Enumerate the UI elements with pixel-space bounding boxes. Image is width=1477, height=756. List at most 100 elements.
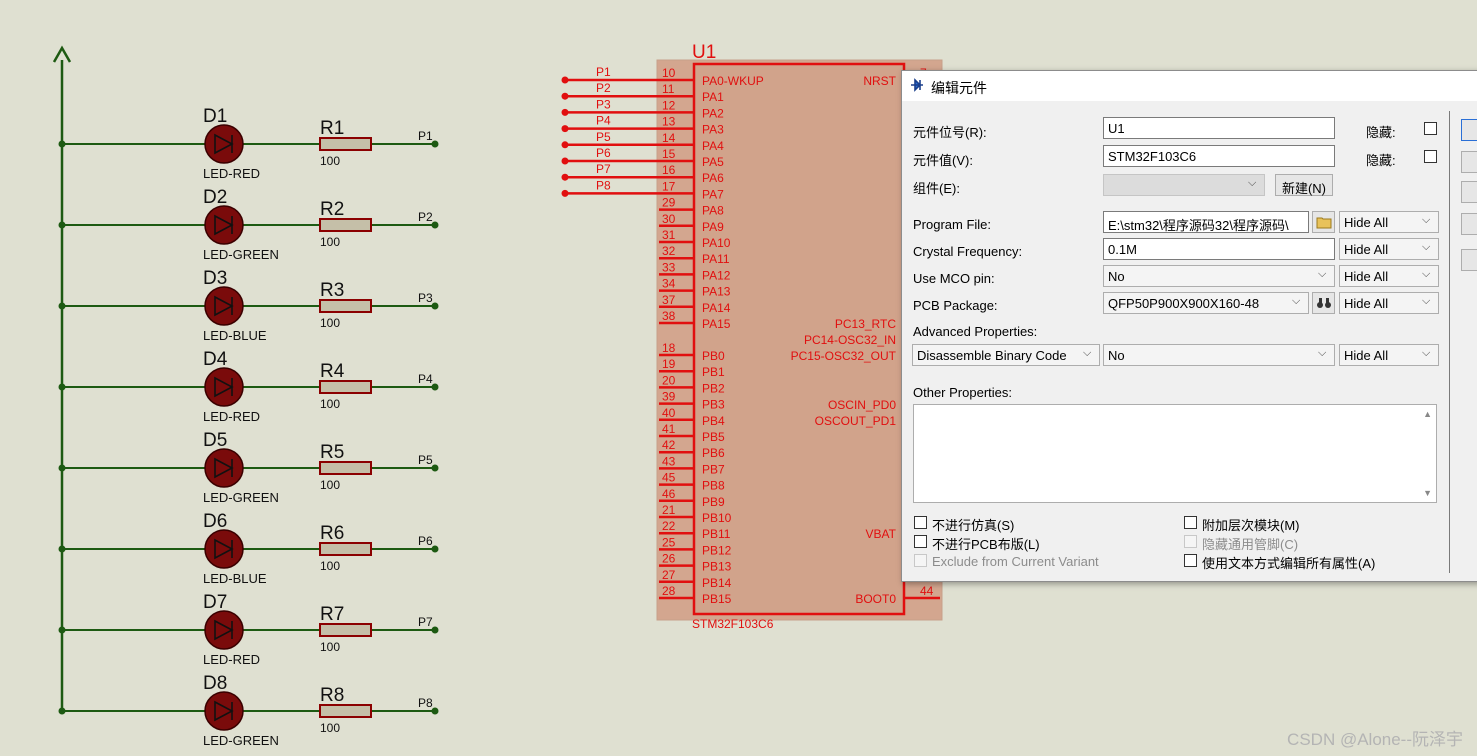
pin-name: PC13_RTC <box>835 317 896 331</box>
resistor-body <box>319 542 372 556</box>
dialog-title-bar[interactable]: 编辑元件 <box>902 71 1477 101</box>
pin-name: PA14 <box>702 301 731 315</box>
crystal-visibility[interactable]: Hide All ⌵ <box>1339 238 1439 260</box>
hide-common-pins-label: 隐藏通用管脚(C) <box>1202 537 1299 552</box>
chevron-down-icon: ⌵ <box>1318 347 1327 359</box>
value-hidden-checkbox[interactable] <box>1424 150 1437 163</box>
resistor-value: 100 <box>320 316 340 330</box>
net-label: P3 <box>418 291 433 305</box>
side-button-2[interactable] <box>1461 151 1477 173</box>
program-file-input[interactable]: E:\stm32\程序源码32\程序源码\ <box>1103 211 1309 233</box>
net-label: P3 <box>596 97 611 111</box>
pin-name: OSCIN_PD0 <box>828 398 896 412</box>
net-label: P2 <box>596 81 611 95</box>
mco-select[interactable]: No ⌵ <box>1103 265 1335 287</box>
net-dot <box>561 189 569 197</box>
pin-name: PC14-OSC32_IN <box>804 333 896 347</box>
pin-number: 19 <box>662 357 676 371</box>
advanced-value-select[interactable]: No ⌵ <box>1103 344 1335 366</box>
group-label: 组件(E): <box>913 181 960 196</box>
net-label: P1 <box>418 129 433 143</box>
pcb-package-select[interactable]: QFP50P900X900X160-48 ⌵ <box>1103 292 1309 314</box>
value-label: 元件值(V): <box>913 153 973 168</box>
exclude-variant-checkbox[interactable] <box>914 554 927 567</box>
advanced-visibility[interactable]: Hide All ⌵ <box>1339 344 1439 366</box>
pin-number: 29 <box>662 196 676 210</box>
hide-common-pins-checkbox[interactable] <box>1184 535 1197 548</box>
pin-name: PA3 <box>702 123 724 137</box>
pin-number: 32 <box>662 244 676 258</box>
no-pcb-checkbox[interactable] <box>914 535 927 548</box>
package-browse-button[interactable] <box>1312 292 1335 314</box>
pin-number: 40 <box>662 406 676 420</box>
led-ref: D3 <box>203 268 227 289</box>
resistor-ref: R8 <box>320 685 344 706</box>
led-ref: D2 <box>203 187 227 208</box>
resistor-value: 100 <box>320 154 340 168</box>
new-button[interactable]: 新建(N) <box>1275 174 1333 196</box>
ok-button[interactable] <box>1461 119 1477 141</box>
resistor-body <box>319 704 372 718</box>
browse-folder-button[interactable] <box>1312 211 1335 233</box>
ref-hidden-checkbox[interactable] <box>1424 122 1437 135</box>
power-arrow-icon <box>52 45 72 63</box>
pin-name: PA6 <box>702 171 724 185</box>
other-properties-textarea[interactable]: ▲ ▼ <box>913 404 1437 503</box>
folder-icon <box>1316 217 1331 229</box>
resistor-value: 100 <box>320 559 340 573</box>
chevron-down-icon: ⌵ <box>1422 214 1431 226</box>
program-file-visibility[interactable]: Hide All ⌵ <box>1339 211 1439 233</box>
pin-number: 15 <box>662 147 676 161</box>
led-ref: D1 <box>203 106 227 127</box>
pin-number: 11 <box>662 82 675 96</box>
led-body <box>204 124 244 164</box>
attach-hier-label: 附加层次模块(M) <box>1202 518 1300 533</box>
led-type: LED-GREEN <box>203 490 279 505</box>
pin-number: 37 <box>662 293 676 307</box>
pin-number: 39 <box>662 390 676 404</box>
pin-name: PB4 <box>702 414 725 428</box>
pin-name: PA2 <box>702 106 724 120</box>
side-button-3[interactable] <box>1461 181 1477 203</box>
net-label: P2 <box>418 210 433 224</box>
scroll-down-icon[interactable]: ▼ <box>1423 488 1432 498</box>
resistor-body <box>319 380 372 394</box>
pin-name: PA8 <box>702 204 724 218</box>
led-ref: D8 <box>203 673 227 694</box>
side-button-5[interactable] <box>1461 249 1477 271</box>
pin-number: 26 <box>662 552 676 566</box>
pcb-package-visibility[interactable]: Hide All ⌵ <box>1339 292 1439 314</box>
resistor-value: 100 <box>320 397 340 411</box>
pin-name: PB14 <box>702 576 732 590</box>
pin-number: 21 <box>662 503 676 517</box>
pin-name: PA1 <box>702 90 724 104</box>
crystal-input[interactable]: 0.1M <box>1103 238 1335 260</box>
resistor-body <box>319 461 372 475</box>
pin-number: 38 <box>662 309 676 323</box>
pin-name: NRST <box>863 74 896 88</box>
side-button-4[interactable] <box>1461 213 1477 235</box>
group-select[interactable]: ⌵ <box>1103 174 1265 196</box>
resistor-ref: R1 <box>320 118 344 139</box>
chevron-down-icon: ⌵ <box>1318 268 1327 280</box>
pin-name: PB10 <box>702 511 732 525</box>
advanced-property-select[interactable]: Disassemble Binary Code ⌵ <box>912 344 1100 366</box>
led-body <box>204 367 244 407</box>
led-body <box>204 610 244 650</box>
led-type: LED-RED <box>203 409 260 424</box>
edit-text-checkbox[interactable] <box>1184 554 1197 567</box>
scroll-up-icon[interactable]: ▲ <box>1423 409 1432 419</box>
value-input[interactable]: STM32F103C6 <box>1103 145 1335 167</box>
mco-visibility[interactable]: Hide All ⌵ <box>1339 265 1439 287</box>
pin-number: 22 <box>662 519 676 533</box>
attach-hier-checkbox[interactable] <box>1184 516 1197 529</box>
pin-number: 17 <box>662 179 676 193</box>
net-label: P6 <box>418 534 433 548</box>
no-sim-checkbox[interactable] <box>914 516 927 529</box>
pin-name: PA5 <box>702 155 724 169</box>
button-column-divider <box>1449 111 1450 573</box>
pin-name: PB9 <box>702 495 725 509</box>
resistor-value: 100 <box>320 721 340 735</box>
pin-name: PB11 <box>702 527 731 541</box>
ref-input[interactable]: U1 <box>1103 117 1335 139</box>
